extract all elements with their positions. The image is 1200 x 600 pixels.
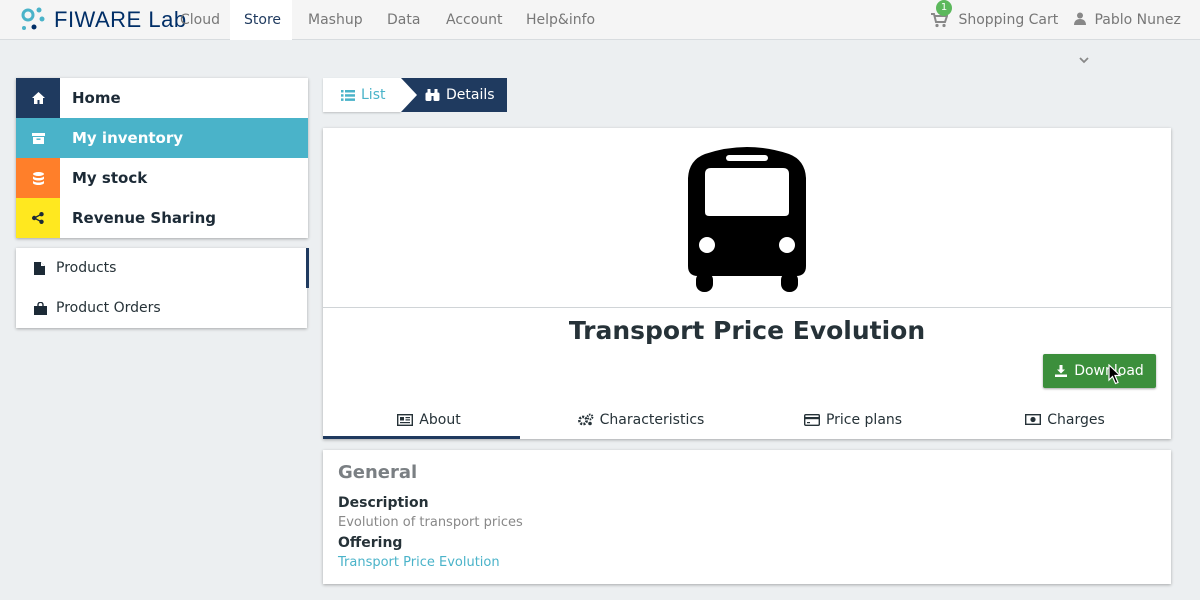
submenu-item-product-orders[interactable]: Product Orders [16, 288, 307, 328]
fiware-logo-icon [21, 7, 45, 30]
download-icon [1055, 365, 1068, 377]
tab-label: About [419, 411, 461, 428]
menu-item-label: My stock [72, 169, 148, 187]
nav-help-info[interactable]: Help&info [512, 0, 609, 40]
tab-charges[interactable]: Charges [959, 400, 1171, 439]
description-label: Description [338, 495, 429, 511]
shopping-cart-link[interactable]: 1 Shopping Cart [930, 0, 1058, 40]
tab-about[interactable]: About [323, 400, 535, 439]
newspaper-icon [397, 413, 414, 426]
menu-item-revenue-sharing[interactable]: Revenue Sharing [16, 198, 308, 238]
description-value: Evolution of transport prices [338, 515, 523, 530]
archive-icon [16, 118, 60, 158]
nav-store[interactable]: Store [230, 0, 292, 40]
menu-item-label: Revenue Sharing [72, 209, 216, 227]
nav-data[interactable]: Data [373, 0, 434, 40]
cart-label: Shopping Cart [958, 12, 1059, 28]
shopping-bag-icon [34, 301, 48, 315]
user-name: Pablo Nunez [1094, 12, 1181, 28]
tab-label: Characteristics [599, 411, 705, 428]
inventory-submenu: Products Product Orders [16, 248, 309, 328]
chevron-down-icon [1079, 57, 1089, 64]
menu-item-my-stock[interactable]: My stock [16, 158, 308, 198]
product-title: Transport Price Evolution [568, 316, 926, 345]
mouse-cursor-icon [1108, 364, 1122, 385]
cart-count-badge: 1 [936, 0, 952, 16]
fiware-lab-logo[interactable]: FIWARE Lab [18, 4, 187, 36]
list-icon [341, 89, 355, 101]
store-main-menu: Home My inventory My stock Revenue Shari… [16, 78, 308, 238]
database-icon [16, 158, 60, 198]
download-button[interactable]: Download [1043, 354, 1156, 388]
offering-link[interactable]: Transport Price Evolution [338, 553, 1156, 573]
breadcrumb-list-label: List [361, 87, 386, 103]
gears-icon [577, 413, 594, 426]
submenu-item-products[interactable]: Products [16, 248, 309, 288]
product-detail-panel: Transport Price Evolution Download About… [323, 128, 1171, 439]
file-icon [34, 261, 48, 275]
nav-cloud[interactable]: Cloud [166, 0, 234, 40]
binoculars-icon [425, 89, 440, 101]
breadcrumb-details-label: Details [446, 87, 495, 103]
submenu-item-label: Product Orders [56, 300, 161, 316]
tab-characteristics[interactable]: Characteristics [535, 400, 747, 439]
credit-card-icon [803, 413, 820, 426]
panel-divider [323, 307, 1171, 308]
offering-label: Offering [338, 535, 403, 551]
tab-price-plans[interactable]: Price plans [747, 400, 959, 439]
submenu-item-label: Products [56, 260, 117, 276]
nav-account[interactable]: Account [432, 0, 517, 40]
nav-mashup[interactable]: Mashup [294, 0, 377, 40]
general-info-card: General Description Evolution of transpo… [323, 450, 1171, 584]
breadcrumb-details: Details [401, 78, 507, 112]
top-navbar: FIWARE Lab Cloud Store Mashup Data Accou… [0, 0, 1200, 64]
share-icon [16, 198, 60, 238]
menu-item-home[interactable]: Home [16, 78, 308, 118]
user-icon [1074, 12, 1086, 25]
bus-icon [688, 147, 806, 292]
home-icon [16, 78, 60, 118]
general-heading: General [338, 462, 418, 483]
tab-label: Price plans [825, 411, 903, 428]
tab-label: Charges [1047, 411, 1105, 428]
breadcrumb: List Details [323, 78, 507, 112]
product-tabs: About Characteristics Price plans Charge… [323, 400, 1171, 439]
menu-item-label: Home [72, 89, 121, 107]
money-icon [1025, 414, 1042, 425]
menu-item-my-inventory[interactable]: My inventory [16, 118, 308, 158]
user-menu[interactable]: Pablo Nunez [1074, 0, 1200, 64]
breadcrumb-list[interactable]: List [323, 78, 401, 112]
menu-item-label: My inventory [72, 129, 184, 147]
